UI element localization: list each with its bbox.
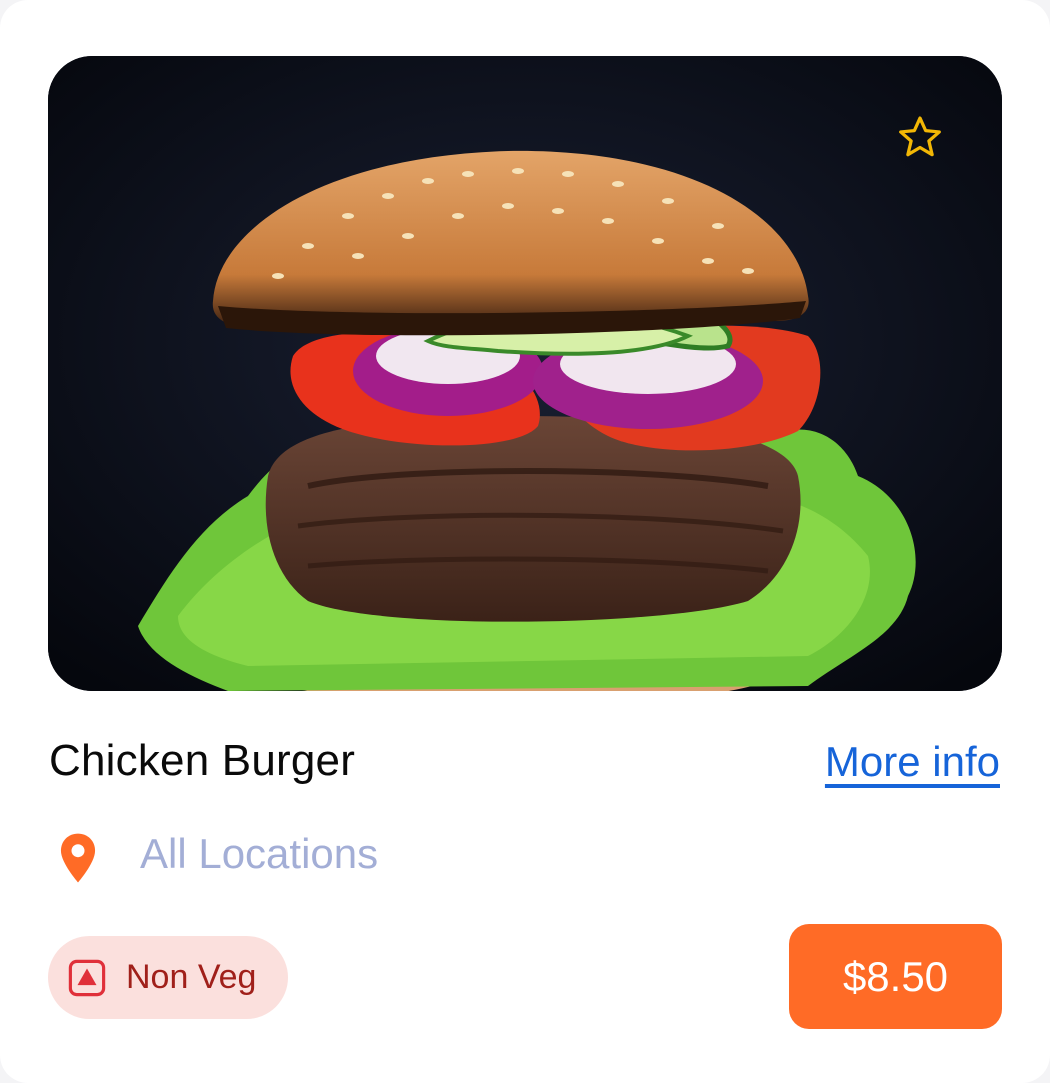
product-image[interactable] [48, 56, 1002, 691]
diet-badge: Non Veg [48, 936, 288, 1019]
favorite-button[interactable] [890, 108, 950, 168]
location-text: All Locations [140, 830, 379, 877]
price-button[interactable]: $8.50 [789, 924, 1002, 1029]
product-card: Chicken Burger More info All Locations N… [0, 0, 1050, 1083]
map-pin-icon [60, 833, 96, 883]
product-title: Chicken Burger [49, 736, 356, 785]
diet-label: Non Veg [126, 958, 257, 996]
burger-illustration [48, 56, 1002, 691]
star-outline-icon [899, 116, 941, 157]
non-veg-symbol-icon [68, 959, 106, 996]
more-info-link[interactable]: More info [825, 738, 1000, 786]
